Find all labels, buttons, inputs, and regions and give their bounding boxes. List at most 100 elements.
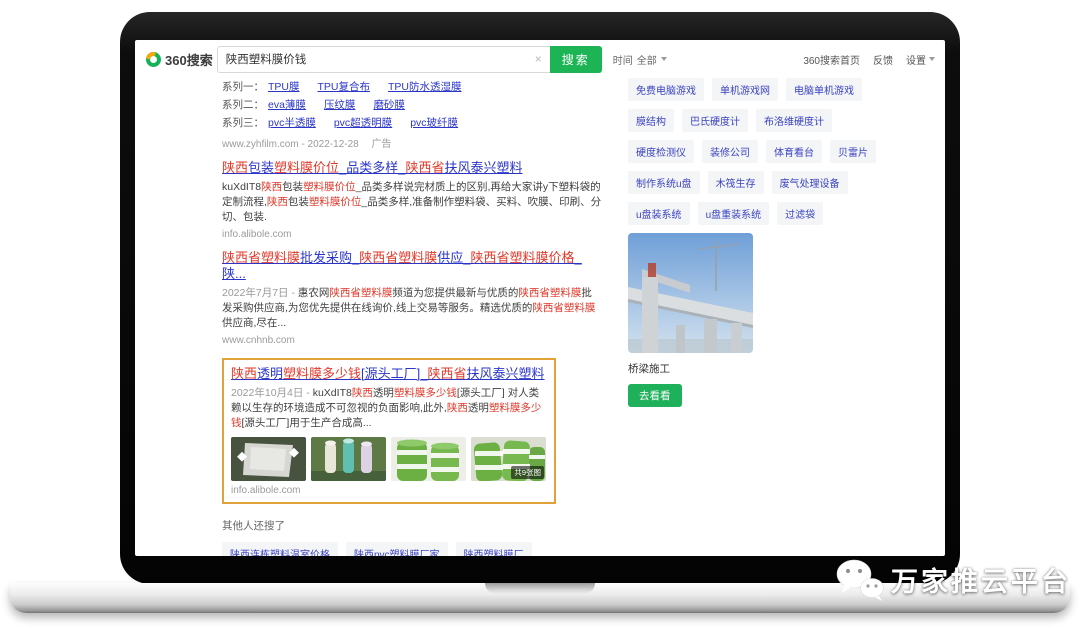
ad-series-label: 系列一： [222, 81, 264, 93]
result-description: kuXdIT8陕西包装塑料膜价位_品类多样说完材质上的区别,再给大家讲y下塑料袋… [222, 180, 602, 225]
ad-series-row-1: 系列一： TPU膜 TPU复合布 TPU防水透湿膜 [222, 78, 602, 96]
sidebar-tag-chip[interactable]: 巴氏硬度计 [682, 109, 748, 132]
ad-series-label: 系列二： [222, 99, 264, 111]
sidebar-tag-chip[interactable]: 免费电脑游戏 [628, 78, 704, 101]
image-count-badge: 共9张图 [511, 466, 544, 479]
sidebar-tag-chip[interactable]: u盘装系统 [628, 202, 690, 225]
sidebar-tag-chip[interactable]: 装修公司 [702, 140, 758, 163]
text-segment: kuXdIT8 [313, 387, 352, 399]
sidebar-tag-chip[interactable]: 单机游戏网 [712, 78, 778, 101]
text-segment: 陕西 [447, 402, 468, 414]
header-nav-links: 360搜索首页 反馈 设置 [803, 52, 935, 67]
bridge-construction-photo[interactable] [628, 233, 753, 353]
text-segment: 陕西省塑料膜 [329, 287, 392, 299]
sidebar-tag-row: 膜结构巴氏硬度计布洛维硬度计 [628, 109, 945, 132]
related-search-chip[interactable]: 陕西连栋塑料温室价格 [222, 542, 338, 556]
text-segment: 陕西省塑料膜 [518, 287, 581, 299]
sidebar-tag-row: 免费电脑游戏单机游戏网电脑单机游戏 [628, 78, 945, 101]
sidebar-tag-chip[interactable]: 膜结构 [628, 109, 674, 132]
sidebar-tag-row: 硬度检测仪装修公司体育看台贝雷片 [628, 140, 945, 163]
text-segment: 包装 [288, 196, 309, 208]
thumbnail-plastic-sheets[interactable] [231, 437, 306, 481]
nav-home-link[interactable]: 360搜索首页 [803, 52, 860, 67]
ad-series-link[interactable]: TPU防水透湿膜 [388, 81, 462, 93]
ad-series-link[interactable]: TPU膜 [268, 81, 300, 93]
text-segment: 扶风泰兴塑料 [445, 160, 523, 175]
text-segment: 陕西 [231, 366, 257, 381]
time-filter-value: 全部 [637, 52, 657, 67]
go-see-button[interactable]: 去看看 [628, 384, 682, 407]
related-search-row: 陕西连栋塑料温室价格陕西pvc塑料膜厂家陕西塑料膜厂 [222, 542, 602, 556]
ad-series-row-2: 系列二： eva薄膜 压纹膜 磨砂膜 [222, 96, 602, 114]
sidebar-tag-chip[interactable]: 布洛维硬度计 [756, 109, 832, 132]
sidebar-tag-chip[interactable]: 制作系统u盘 [628, 171, 700, 194]
text-segment: 扶风泰兴塑料 [467, 366, 545, 381]
chevron-down-icon [661, 57, 667, 61]
nav-settings-label: 设置 [906, 52, 926, 67]
sidebar-tag-chip[interactable]: u盘重装系统 [698, 202, 770, 225]
sidebar-tag-chip[interactable]: 废气处理设备 [772, 171, 848, 194]
time-filter-label: 时间 [613, 52, 633, 67]
ad-series-link[interactable]: pvc半透膜 [268, 117, 316, 129]
related-searches-label: 其他人还搜了 [222, 518, 602, 533]
sidebar-tag-chip[interactable]: 木筏生存 [708, 171, 764, 194]
text-segment: 包装 [282, 181, 303, 193]
result-title[interactable]: 陕西透明塑料膜多少钱[源头工厂]_陕西省扶风泰兴塑料 [231, 366, 547, 382]
thumbnail-film-rolls-standing[interactable] [311, 437, 386, 481]
time-filter-dropdown[interactable]: 时间 全部 [613, 52, 667, 67]
text-segment: 陕西省塑料膜 [222, 250, 300, 265]
360-search-logo[interactable]: 360搜索 [145, 50, 213, 69]
ad-url: www.zyhfilm.com - 2022-12-28 [222, 139, 359, 150]
sidebar-tag-row: u盘装系统 u盘重装系统过滤袋 [628, 202, 945, 225]
search-result-2: 陕西省塑料膜批发采购_陕西省塑料膜供应_陕西省塑料膜价格_陕... 2022年7月… [222, 250, 602, 346]
ad-block: 系列一：TPU膜TPU复合布TPU防水透湿膜系列二：eva薄膜压纹膜磨砂膜系列三… [222, 78, 602, 150]
sidebar-tag-chip[interactable]: 电脑单机游戏 [786, 78, 862, 101]
text-segment: 包装 [248, 160, 274, 175]
result-thumbnails: 共9张图 [231, 437, 547, 481]
nav-feedback-link[interactable]: 反馈 [873, 52, 893, 67]
search-input-wrap: × [217, 46, 550, 73]
ad-series-link[interactable]: 压纹膜 [324, 99, 356, 111]
sidebar-tag-chip[interactable]: 贝雷片 [830, 140, 876, 163]
text-segment: 陕西 [267, 196, 288, 208]
sidebar-tag-chip[interactable]: 硬度检测仪 [628, 140, 694, 163]
clear-icon[interactable]: × [535, 52, 542, 66]
sidebar-column: 免费电脑游戏单机游戏网电脑单机游戏膜结构巴氏硬度计布洛维硬度计硬度检测仪装修公司… [628, 78, 945, 407]
sidebar-tag-chip[interactable]: 过滤袋 [777, 202, 823, 225]
thumbnail-green-film-rolls[interactable] [391, 437, 466, 481]
text-segment: 陕西 [352, 387, 373, 399]
bridge-photo-image [628, 233, 753, 353]
text-segment: 塑料膜价位 [309, 196, 362, 208]
related-search-chip[interactable]: 陕西塑料膜厂 [456, 542, 532, 556]
search-button[interactable]: 搜索 [550, 46, 602, 73]
browser-screen: 360搜索 × 搜索 时间 全部 360搜索首页 反馈 设置 系列一： [135, 40, 945, 556]
result-description: 2022年10月4日 - kuXdIT8陕西透明塑料膜多少钱[源头工厂] 对人类… [231, 386, 547, 431]
ad-series-link[interactable]: TPU复合布 [318, 81, 371, 93]
sidebar-tag-row: 制作系统u盘木筏生存废气处理设备 [628, 171, 945, 194]
watermark: 万家推云平台 [834, 556, 1071, 602]
text-segment: 批发采购_ [300, 250, 359, 265]
result-title[interactable]: 陕西包装塑料膜价位_品类多样_陕西省扶风泰兴塑料 [222, 160, 602, 176]
text-segment: 塑料膜价位 [303, 181, 356, 193]
360-logo-icon [145, 51, 162, 68]
ad-series-link[interactable]: pvc超透明膜 [334, 117, 392, 129]
result-title[interactable]: 陕西省塑料膜批发采购_陕西省塑料膜供应_陕西省塑料膜价格_陕... [222, 250, 602, 282]
text-segment: 2022年7月7日 - [222, 287, 298, 299]
search-input[interactable] [218, 47, 535, 72]
related-search-chip[interactable]: 陕西pvc塑料膜厂家 [346, 542, 448, 556]
text-segment: 陕西省塑料膜 [532, 302, 595, 314]
text-segment: [源头工厂]_ [361, 366, 427, 381]
thumbnail-green-film-rolls-2[interactable]: 共9张图 [471, 437, 546, 481]
ad-series-link[interactable]: 磨砂膜 [373, 99, 405, 111]
result-description: 2022年7月7日 - 惠农网陕西省塑料膜频道为您提供最新与优质的陕西省塑料膜批… [222, 286, 602, 331]
nav-settings-dropdown[interactable]: 设置 [906, 52, 935, 67]
text-segment: _品类多样_ [339, 160, 405, 175]
ad-series-link[interactable]: eva薄膜 [268, 99, 306, 111]
ad-series-link[interactable]: pvc玻纤膜 [410, 117, 458, 129]
sidebar-tag-chip[interactable]: 体育看台 [766, 140, 822, 163]
text-segment: 塑料膜多少钱 [394, 387, 457, 399]
results-column: 系列一：TPU膜TPU复合布TPU防水透湿膜系列二：eva薄膜压纹膜磨砂膜系列三… [222, 78, 602, 556]
search-result-3: 陕西透明塑料膜多少钱[源头工厂]_陕西省扶风泰兴塑料2022年10月4日 - k… [222, 358, 556, 504]
photo-caption: 桥梁施工 [628, 361, 945, 376]
text-segment: 透明 [257, 366, 283, 381]
